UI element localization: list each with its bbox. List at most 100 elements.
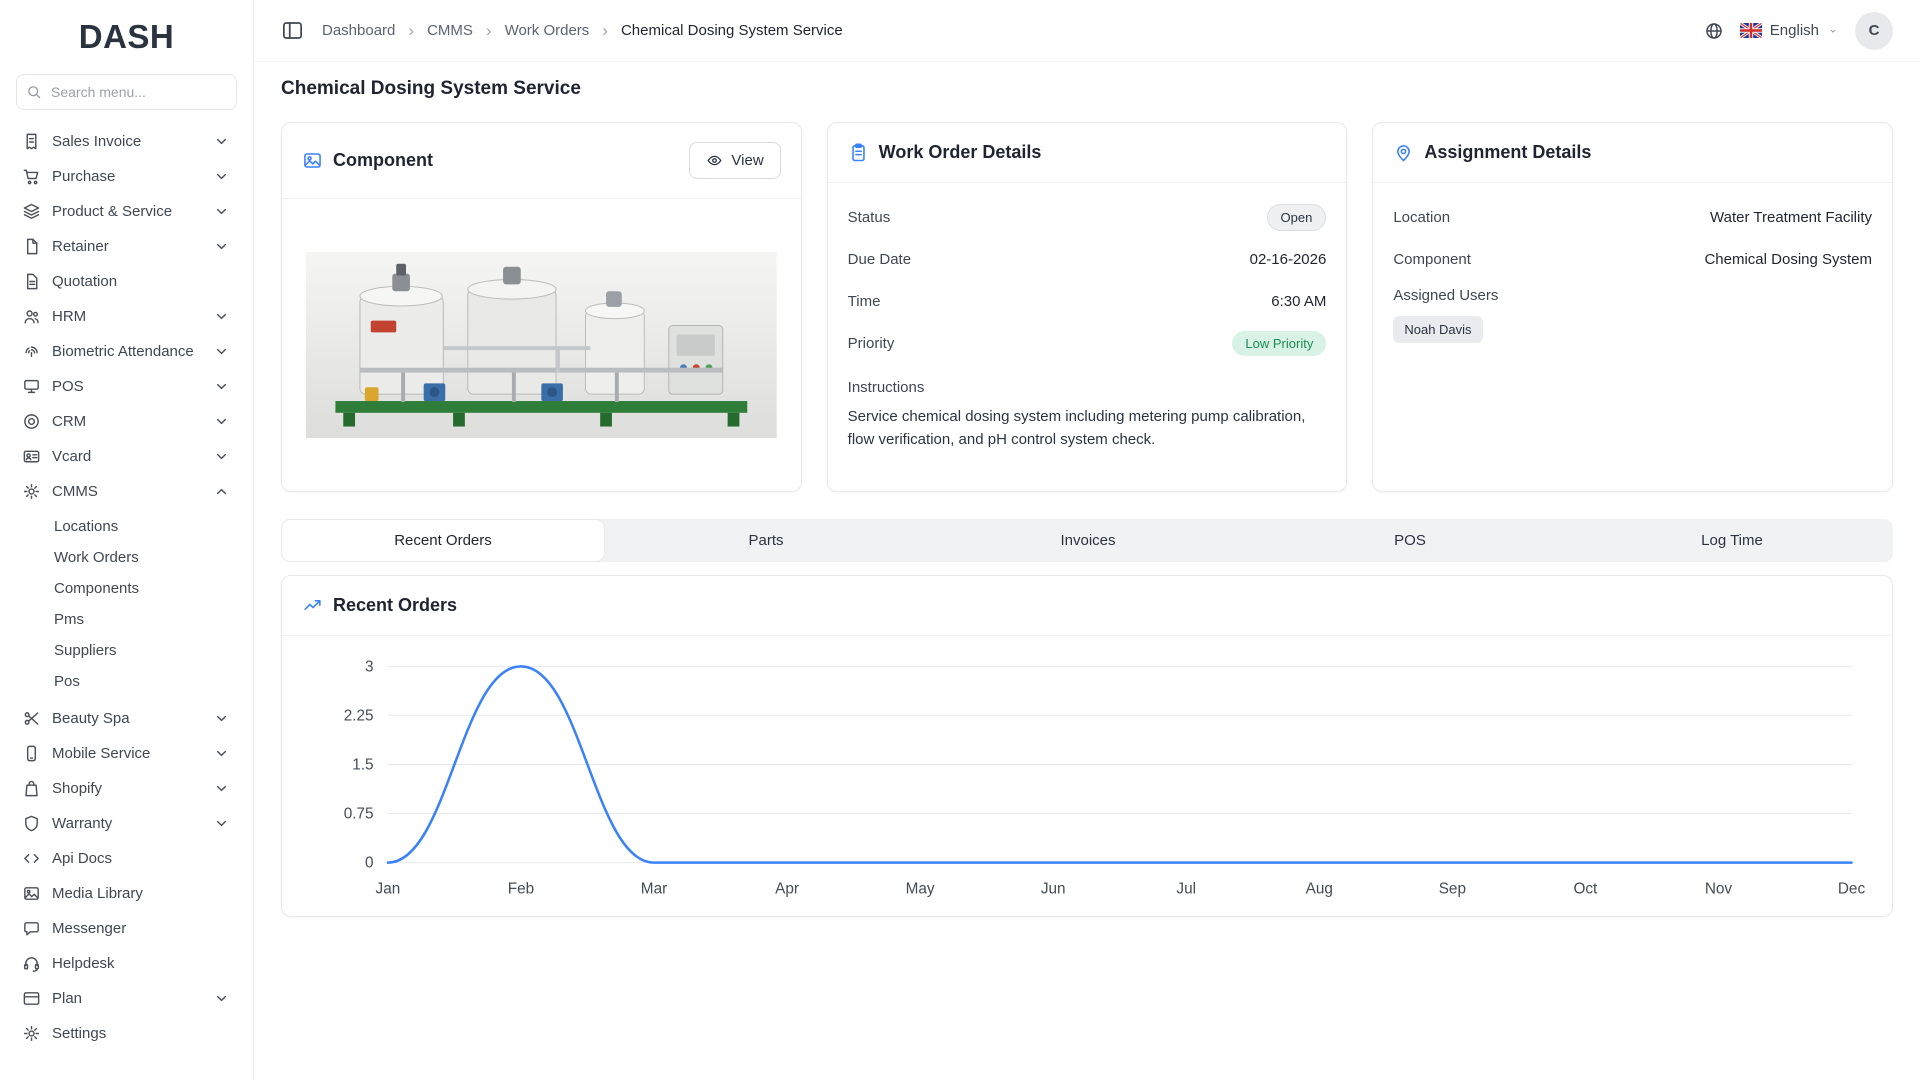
breadcrumb-dashboard[interactable]: Dashboard bbox=[322, 22, 395, 39]
sidebar-item-shopify[interactable]: Shopify bbox=[16, 771, 237, 806]
sidebar-item-media-library[interactable]: Media Library bbox=[16, 876, 237, 911]
field-label: Location bbox=[1393, 208, 1451, 226]
sidebar-item-product-service[interactable]: Product & Service bbox=[16, 194, 237, 229]
field-value-component: Chemical Dosing System bbox=[1704, 250, 1873, 268]
sidebar-item-warranty[interactable]: Warranty bbox=[16, 806, 237, 841]
sidebar-item-label: Retainer bbox=[52, 238, 109, 255]
sidebar-subitem-pos[interactable]: Pos bbox=[16, 666, 237, 697]
sidebar-item-label: Warranty bbox=[52, 815, 113, 832]
warranty-icon bbox=[22, 814, 41, 833]
sidebar-item-label: Mobile Service bbox=[52, 745, 151, 762]
sidebar-item-helpdesk[interactable]: Helpdesk bbox=[16, 946, 237, 981]
sidebar-item-label: CMMS bbox=[52, 483, 98, 500]
component-card-header: Component View bbox=[282, 123, 801, 199]
field-label: Priority bbox=[847, 334, 895, 352]
beauty-spa-icon bbox=[22, 709, 41, 728]
tab-parts[interactable]: Parts bbox=[605, 519, 927, 562]
sidebar-item-sales-invoice[interactable]: Sales Invoice bbox=[16, 124, 237, 159]
summary-cards-row: Component View Work Order Details Status… bbox=[281, 122, 1894, 492]
sidebar-item-messenger[interactable]: Messenger bbox=[16, 911, 237, 946]
component-card: Component View bbox=[281, 122, 802, 492]
sidebar-item-crm[interactable]: CRM bbox=[16, 404, 237, 439]
chevron-down-icon bbox=[212, 814, 231, 833]
sidebar-item-mobile-service[interactable]: Mobile Service bbox=[16, 736, 237, 771]
recent-orders-card: Recent Orders 0 0.75 1.5 2.25 3 Jan Feb Mar Apr M… bbox=[281, 575, 1893, 917]
tab-pos[interactable]: POS bbox=[1249, 519, 1571, 562]
sidebar-item-biometric-attendance[interactable]: Biometric Attendance bbox=[16, 334, 237, 369]
sidebar-item-label: HRM bbox=[52, 308, 87, 325]
view-button[interactable]: View bbox=[689, 142, 781, 179]
sidebar-item-label: Shopify bbox=[52, 780, 103, 797]
sidebar-item-vcard[interactable]: Vcard bbox=[16, 439, 237, 474]
topbar-right: English C bbox=[1704, 11, 1893, 50]
component-card-body bbox=[282, 199, 801, 491]
breadcrumb: Dashboard › CMMS › Work Orders › Chemical Dosi… bbox=[322, 22, 843, 39]
image-icon bbox=[302, 150, 323, 171]
tab-log-time[interactable]: Log Time bbox=[1571, 519, 1893, 562]
purchase-icon bbox=[22, 167, 41, 186]
product-service-icon bbox=[22, 202, 41, 221]
sidebar-subitem-components[interactable]: Components bbox=[16, 573, 237, 604]
chevron-right-icon: › bbox=[485, 21, 492, 40]
plan-icon bbox=[22, 989, 41, 1008]
field-label: Time bbox=[847, 292, 881, 310]
language-selector[interactable]: English bbox=[1739, 22, 1839, 39]
page-title: Chemical Dosing System Service bbox=[281, 78, 581, 99]
svg-text:Jul: Jul bbox=[1176, 880, 1196, 897]
hrm-icon bbox=[22, 307, 41, 326]
sidebar-item-label: Purchase bbox=[52, 168, 116, 185]
topbar: Dashboard › CMMS › Work Orders › Chemical Dosi… bbox=[254, 0, 1920, 62]
chevron-down-icon bbox=[212, 237, 231, 256]
app-root: DASH Sales Invoice Purchase Product & Se… bbox=[0, 0, 1920, 1080]
svg-text:3: 3 bbox=[365, 658, 374, 675]
sidebar-submenu-cmms: Locations Work Orders Components Pms Supplie… bbox=[16, 509, 237, 701]
eye-icon bbox=[706, 152, 723, 169]
sidebar-subitem-work-orders[interactable]: Work Orders bbox=[16, 542, 237, 573]
sidebar-item-api-docs[interactable]: Api Docs bbox=[16, 841, 237, 876]
sidebar-item-beauty-spa[interactable]: Beauty Spa bbox=[16, 701, 237, 736]
mobile-service-icon bbox=[22, 744, 41, 763]
caret-down-icon bbox=[1827, 25, 1839, 37]
svg-text:Nov: Nov bbox=[1705, 880, 1733, 897]
svg-text:Sep: Sep bbox=[1439, 880, 1466, 897]
search-input[interactable] bbox=[16, 74, 237, 110]
api-docs-icon bbox=[22, 849, 41, 868]
component-image bbox=[306, 251, 777, 439]
sidebar-item-plan[interactable]: Plan bbox=[16, 981, 237, 1016]
breadcrumb-cmms[interactable]: CMMS bbox=[427, 22, 473, 39]
chevron-down-icon bbox=[212, 412, 231, 431]
sidebar-item-label: Beauty Spa bbox=[52, 710, 130, 727]
sidebar-toggle-button[interactable] bbox=[281, 19, 304, 42]
messenger-icon bbox=[22, 919, 41, 938]
sidebar-item-quotation[interactable]: Quotation bbox=[16, 264, 237, 299]
sidebar-item-label: Helpdesk bbox=[52, 955, 115, 972]
sidebar-item-purchase[interactable]: Purchase bbox=[16, 159, 237, 194]
chevron-down-icon bbox=[212, 132, 231, 151]
app-logo: DASH bbox=[78, 18, 175, 55]
sidebar-item-cmms[interactable]: CMMS bbox=[16, 474, 237, 509]
sidebar-item-settings[interactable]: Settings bbox=[16, 1016, 237, 1051]
breadcrumb-work-orders[interactable]: Work Orders bbox=[505, 22, 590, 39]
sidebar: DASH Sales Invoice Purchase Product & Se… bbox=[0, 0, 254, 1080]
sidebar-subitem-locations[interactable]: Locations bbox=[16, 511, 237, 542]
media-library-icon bbox=[22, 884, 41, 903]
work-order-card-body: Status Open Due Date 02-16-2026 Time 6:30 A… bbox=[828, 183, 1347, 471]
tab-recent-orders[interactable]: Recent Orders bbox=[281, 519, 605, 562]
chevron-down-icon bbox=[212, 342, 231, 361]
sidebar-item-retainer[interactable]: Retainer bbox=[16, 229, 237, 264]
sales-invoice-icon bbox=[22, 132, 41, 151]
assignment-details-card: Assignment Details Location Water Treatme… bbox=[1372, 122, 1894, 492]
svg-text:2.25: 2.25 bbox=[344, 708, 374, 725]
page-content: Chemical Dosing System Service Component… bbox=[254, 62, 1920, 1080]
field-value-location: Water Treatment Facility bbox=[1710, 208, 1873, 226]
user-avatar[interactable]: C bbox=[1855, 11, 1893, 50]
sidebar-item-hrm[interactable]: HRM bbox=[16, 299, 237, 334]
assignment-card-header: Assignment Details bbox=[1373, 123, 1893, 183]
tab-invoices[interactable]: Invoices bbox=[927, 519, 1249, 562]
sidebar-subitem-pms[interactable]: Pms bbox=[16, 604, 237, 635]
sidebar-subitem-suppliers[interactable]: Suppliers bbox=[16, 635, 237, 666]
sidebar-item-pos[interactable]: POS bbox=[16, 369, 237, 404]
sidebar-nav: Sales Invoice Purchase Product & Service… bbox=[16, 124, 237, 1051]
svg-text:Jan: Jan bbox=[376, 880, 401, 897]
uk-flag-icon bbox=[1739, 23, 1762, 38]
